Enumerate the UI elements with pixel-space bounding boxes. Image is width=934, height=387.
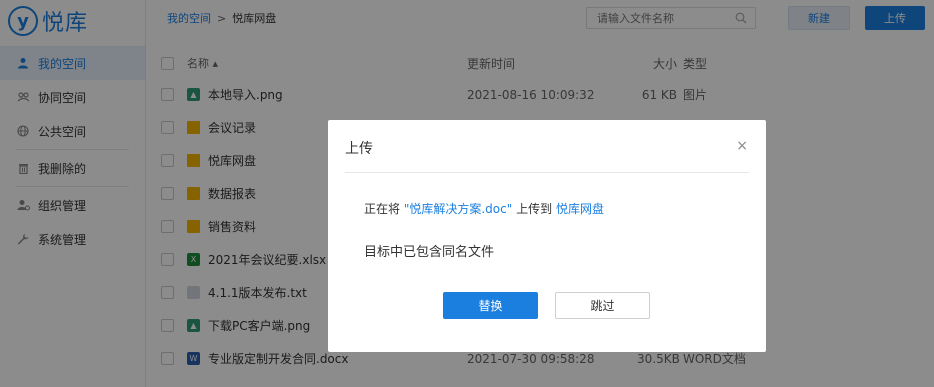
dialog-title: 上传 [345,141,373,157]
message-target-folder: 悦库网盘 [555,202,604,216]
dialog-conflict-text: 目标中已包含同名文件 [364,245,495,260]
message-prefix: 正在将 [364,202,401,216]
dialog-divider [345,172,749,173]
close-icon[interactable]: × [736,138,748,154]
replace-button[interactable]: 替换 [443,292,538,319]
message-mid: 上传到 [516,202,553,216]
dialog-message: 正在将 "悦库解决方案.doc" 上传到 悦库网盘 [364,200,604,217]
message-file-name: "悦库解决方案.doc" [403,202,513,216]
upload-conflict-dialog: 上传 × 正在将 "悦库解决方案.doc" 上传到 悦库网盘 目标中已包含同名文… [328,120,766,352]
skip-button[interactable]: 跳过 [555,292,650,319]
